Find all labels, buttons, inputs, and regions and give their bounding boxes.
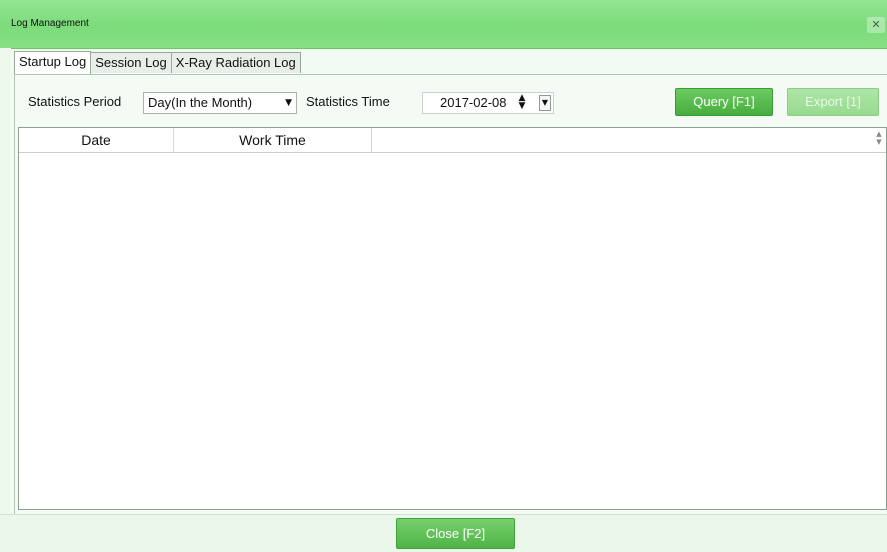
- statistics-time-label: Statistics Time: [306, 94, 390, 109]
- close-icon[interactable]: ✕: [867, 17, 885, 33]
- date-dropdown-button[interactable]: ▼: [539, 95, 551, 111]
- tab-xray-radiation-log[interactable]: X-Ray Radiation Log: [170, 52, 301, 73]
- log-table: Date Work Time ▲ ▼: [18, 127, 887, 510]
- tab-startup-log[interactable]: Startup Log: [14, 51, 92, 74]
- export-button[interactable]: Export [1]: [787, 88, 879, 116]
- tab-session-log[interactable]: Session Log: [90, 52, 172, 73]
- column-header-work-time[interactable]: Work Time: [174, 128, 372, 152]
- tab-bar: Startup Log Session Log X-Ray Radiation …: [14, 51, 301, 74]
- statistics-time-picker[interactable]: 2017-02-08 ▲ ▼ ▼: [422, 92, 554, 114]
- spin-updown-icon[interactable]: ▲ ▼: [516, 94, 528, 112]
- title-bar: Log Management ✕: [0, 0, 887, 49]
- query-button[interactable]: Query [F1]: [675, 88, 773, 116]
- column-header-date[interactable]: Date: [19, 128, 174, 152]
- table-header: Date Work Time: [19, 128, 886, 153]
- chevron-down-icon: ▼: [285, 98, 292, 108]
- statistics-time-value: 2017-02-08: [440, 95, 507, 110]
- statistics-period-select[interactable]: Day(In the Month) ▼: [143, 92, 297, 114]
- log-management-window: Log Management ✕ Startup Log Session Log…: [0, 0, 887, 552]
- window-left-edge: [0, 48, 11, 551]
- statistics-period-value: Day(In the Month): [148, 95, 253, 110]
- window-title: Log Management: [11, 18, 89, 29]
- close-button[interactable]: Close [F2]: [396, 518, 515, 549]
- statistics-period-label: Statistics Period: [28, 94, 122, 109]
- scroll-arrows-icon[interactable]: ▲ ▼: [874, 130, 884, 148]
